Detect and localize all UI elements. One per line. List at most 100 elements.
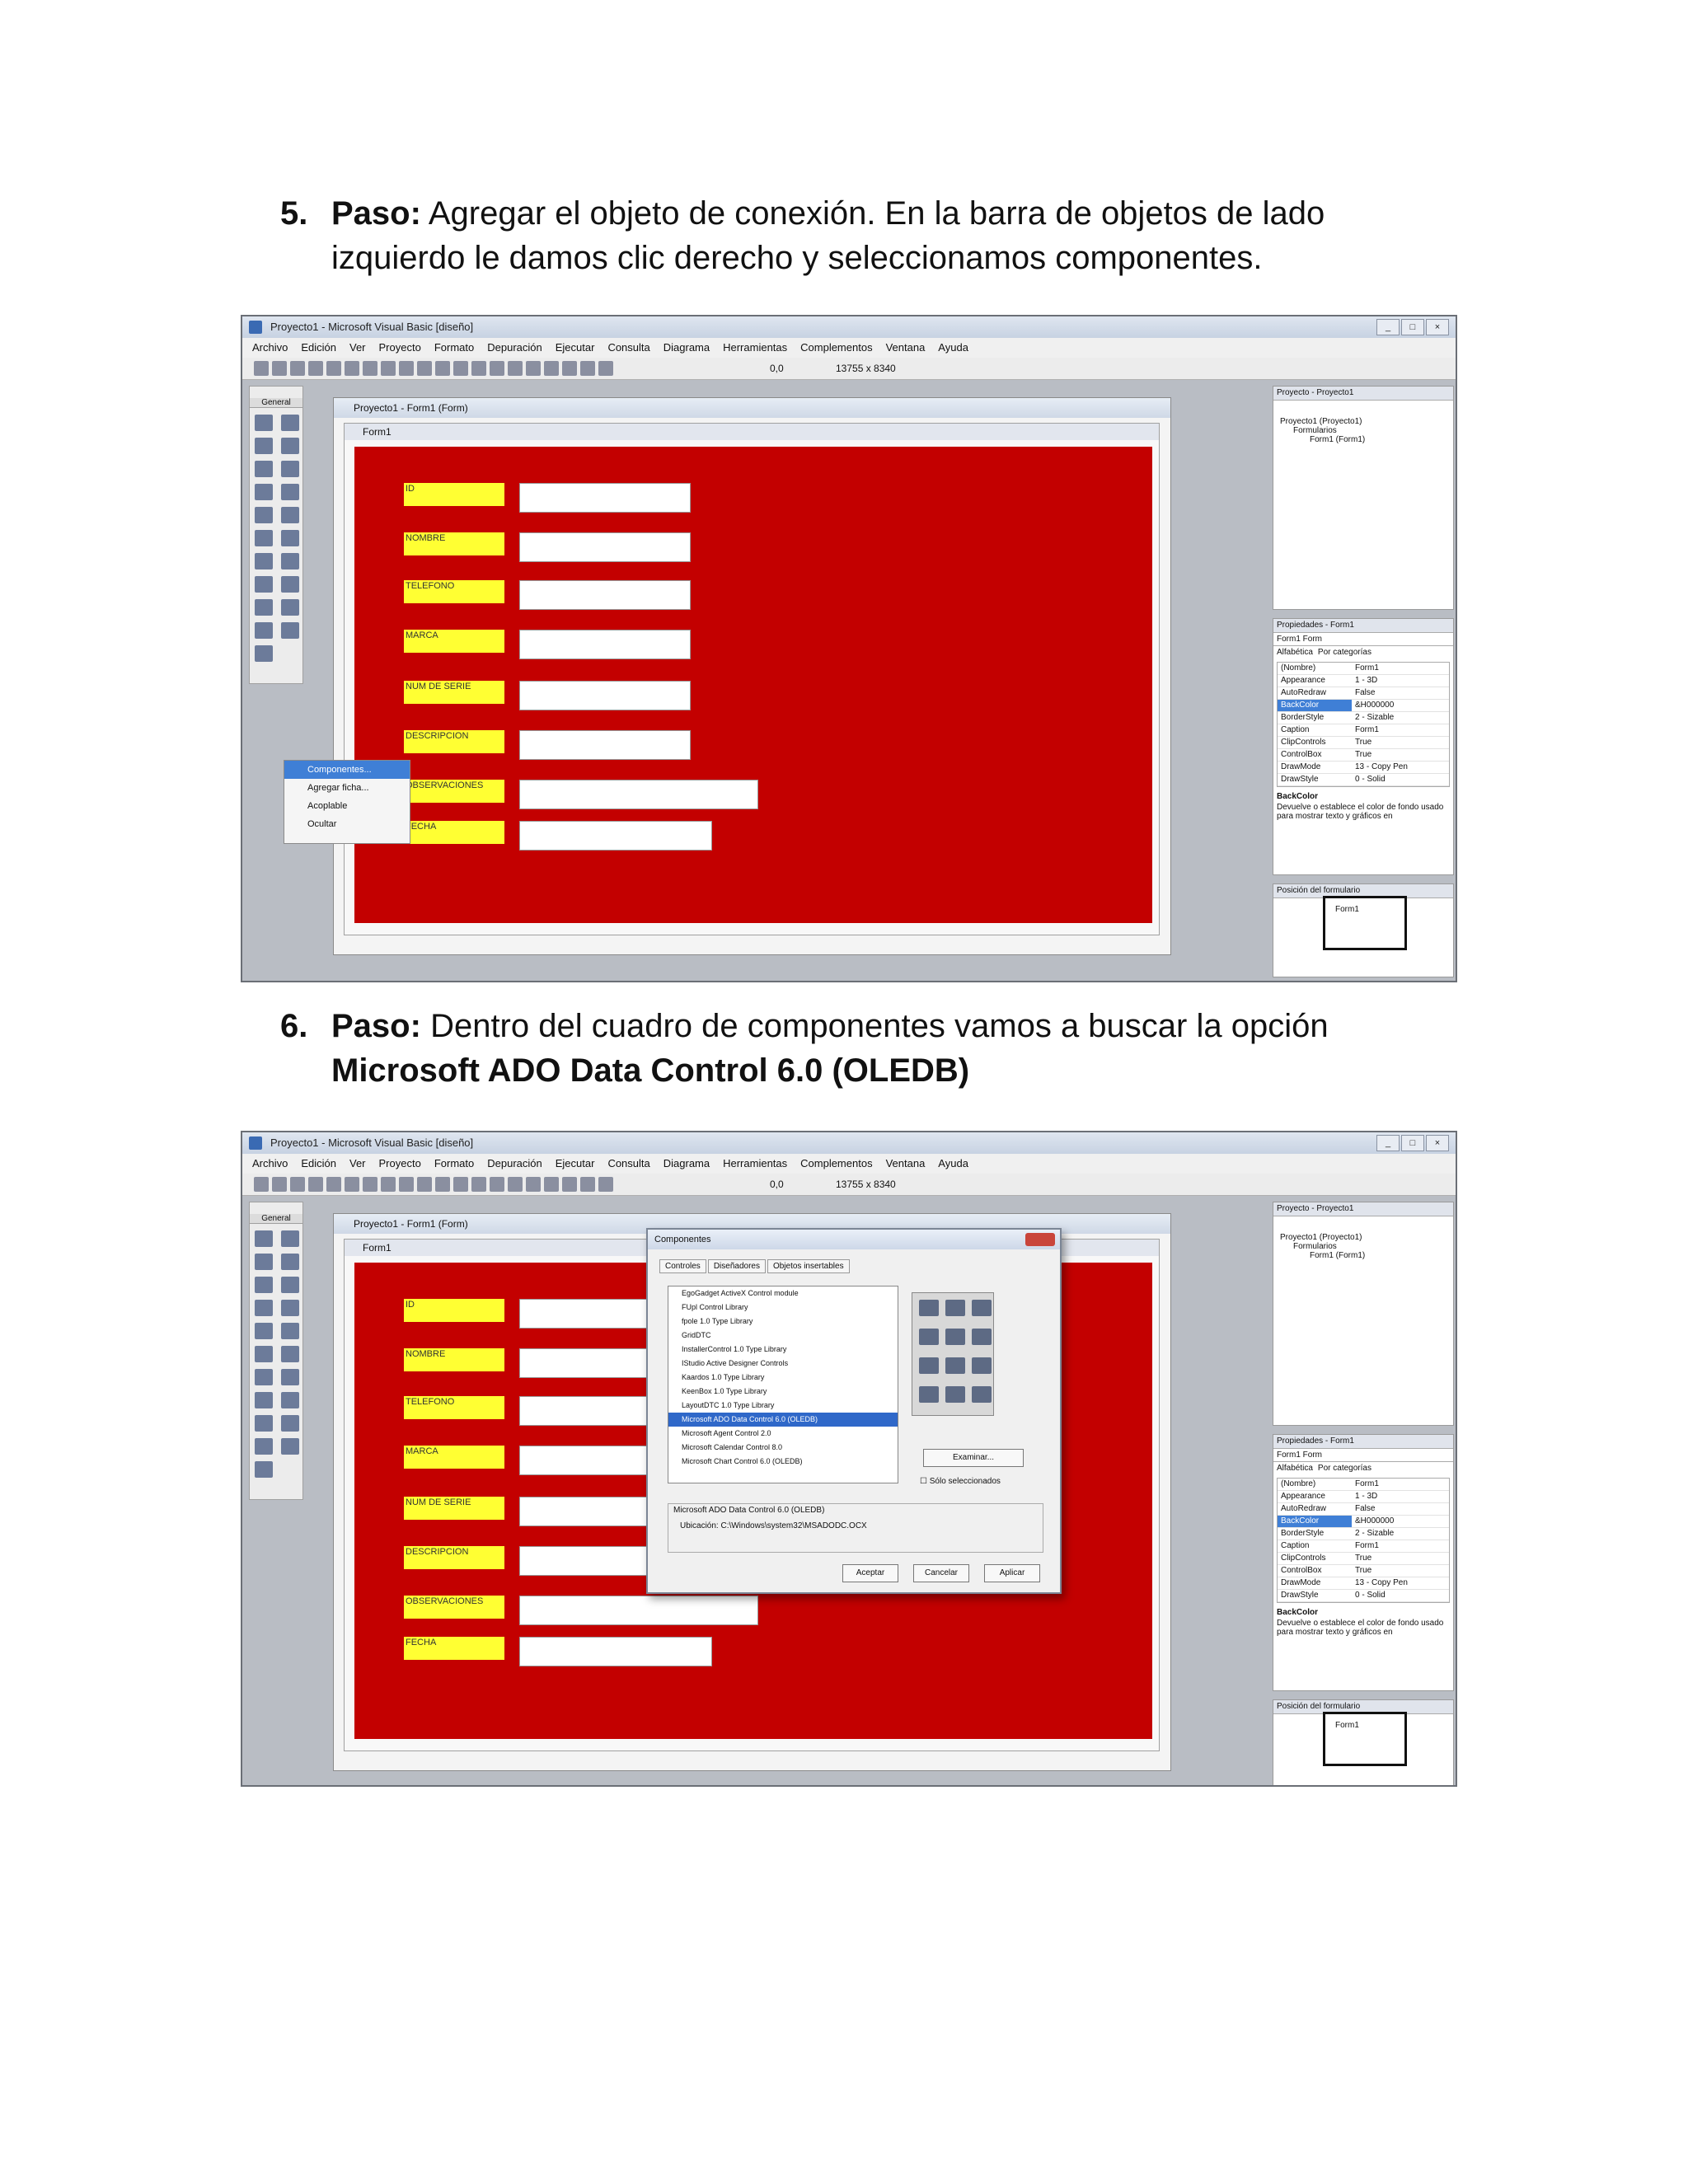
properties-icon[interactable] [526, 1177, 541, 1192]
add-project-icon[interactable] [254, 361, 269, 376]
timer-icon[interactable] [255, 1369, 273, 1385]
hscroll-icon[interactable] [255, 530, 273, 546]
commandbutton-icon[interactable] [281, 461, 299, 477]
paste-icon[interactable] [381, 1177, 396, 1192]
tree-forms-folder[interactable]: Formularios [1280, 1242, 1453, 1251]
list-item[interactable]: Microsoft Agent Control 2.0 [668, 1427, 898, 1441]
shape-icon[interactable] [255, 1415, 273, 1432]
list-item[interactable]: Microsoft Chart Control 6.0 (OLEDB) [668, 1455, 898, 1469]
menu-diagrama[interactable]: Diagrama [663, 1154, 710, 1174]
add-form-icon[interactable] [272, 361, 287, 376]
menu-complementos[interactable]: Complementos [800, 338, 872, 358]
pointer-icon[interactable] [255, 1230, 273, 1247]
drivelist-icon[interactable] [281, 553, 299, 569]
tab-disenadores[interactable]: Diseñadores [707, 1259, 766, 1273]
list-item[interactable]: Kaardos 1.0 Type Library [668, 1371, 898, 1385]
copy-icon[interactable] [363, 1177, 377, 1192]
list-item[interactable]: fpole 1.0 Type Library [668, 1315, 898, 1329]
start-icon[interactable] [453, 361, 468, 376]
menu-consulta[interactable]: Consulta [607, 338, 649, 358]
prop-row[interactable]: DrawStyle 0 - Solid [1278, 1590, 1449, 1602]
menu-ventana[interactable]: Ventana [886, 1154, 926, 1174]
data-icon[interactable] [281, 622, 299, 639]
textbox-telefono[interactable] [519, 580, 691, 610]
textbox-descripcion[interactable] [519, 730, 691, 760]
vscroll-icon[interactable] [281, 1346, 299, 1362]
toolbox[interactable]: General [249, 386, 303, 684]
browse-button[interactable]: Examinar... [923, 1449, 1024, 1467]
dirlist-icon[interactable] [255, 1392, 273, 1408]
prop-row[interactable]: ClipControls True [1278, 737, 1449, 749]
ole-icon[interactable] [255, 645, 273, 662]
menu-item-agregar-ficha[interactable]: Agregar ficha... [284, 779, 410, 797]
prop-row[interactable]: Caption Form1 [1278, 1540, 1449, 1553]
undo-icon[interactable] [417, 1177, 432, 1192]
selected-only-checkbox[interactable]: ☐ [920, 1477, 927, 1486]
menu-complementos[interactable]: Complementos [800, 1154, 872, 1174]
textbox-marca[interactable] [519, 630, 691, 659]
form-layout-preview[interactable]: Form1 [1323, 896, 1407, 950]
prop-row[interactable]: BorderStyle 2 - Sizable [1278, 712, 1449, 724]
menu-edicion[interactable]: Edición [301, 1154, 336, 1174]
prop-row[interactable]: DrawStyle 0 - Solid [1278, 774, 1449, 786]
menu-ejecutar[interactable]: Ejecutar [556, 338, 595, 358]
prop-row[interactable]: ControlBox True [1278, 749, 1449, 762]
tab-alfabetica[interactable]: Alfabética [1277, 1464, 1313, 1473]
ole-icon[interactable] [255, 1461, 273, 1478]
minimize-icon[interactable]: _ [1376, 1135, 1400, 1151]
tab-alfabetica[interactable]: Alfabética [1277, 648, 1313, 657]
project-explorer-icon[interactable] [508, 1177, 523, 1192]
label-id[interactable]: ID [404, 483, 504, 506]
tree-form1[interactable]: Form1 (Form1) [1280, 1251, 1453, 1260]
menu-depuracion[interactable]: Depuración [487, 1154, 542, 1174]
label-fecha[interactable]: FECHA [404, 821, 504, 844]
data-view-icon[interactable] [598, 361, 613, 376]
tab-objetos-insertables[interactable]: Objetos insertables [767, 1259, 850, 1273]
menu-item-acoplable[interactable]: Acoplable [284, 797, 410, 815]
timer-icon[interactable] [255, 553, 273, 569]
properties-icon[interactable] [526, 361, 541, 376]
filelist-icon[interactable] [281, 1392, 299, 1408]
list-item[interactable]: InstallerControl 1.0 Type Library [668, 1343, 898, 1357]
menu-ejecutar[interactable]: Ejecutar [556, 1154, 595, 1174]
list-item[interactable]: Microsoft Calendar Control 8.0 [668, 1441, 898, 1455]
stop-icon[interactable] [490, 1177, 504, 1192]
optionbutton-icon[interactable] [281, 484, 299, 500]
maximize-icon[interactable]: □ [1401, 1135, 1424, 1151]
prop-row[interactable]: Appearance 1 - 3D [1278, 1491, 1449, 1503]
list-item[interactable]: KeenBox 1.0 Type Library [668, 1385, 898, 1399]
apply-button[interactable]: Aplicar [984, 1564, 1040, 1582]
checkbox-icon[interactable] [255, 484, 273, 500]
list-item[interactable]: EgoGadget ActiveX Control module [668, 1286, 898, 1301]
label-nombre[interactable]: NOMBRE [404, 532, 504, 555]
dirlist-icon[interactable] [255, 576, 273, 593]
tree-forms-folder[interactable]: Formularios [1280, 426, 1453, 435]
data-view-icon[interactable] [598, 1177, 613, 1192]
toolbox-icon[interactable] [580, 361, 595, 376]
add-project-icon[interactable] [254, 1177, 269, 1192]
form1[interactable]: Form1 ID NOMBRE TELEFONO MARCA NUM DE SE… [344, 423, 1160, 935]
form-layout-preview[interactable]: Form1 [1323, 1712, 1407, 1766]
redo-icon[interactable] [435, 1177, 450, 1192]
tab-por-categorias[interactable]: Por categorías [1318, 648, 1372, 657]
menu-item-ocultar[interactable]: Ocultar [284, 815, 410, 833]
project-explorer-icon[interactable] [508, 361, 523, 376]
label-icon[interactable] [255, 1254, 273, 1270]
prop-row[interactable]: AutoRedraw False [1278, 1503, 1449, 1516]
textbox-num-serie[interactable] [519, 681, 691, 710]
tab-por-categorias[interactable]: Por categorías [1318, 1464, 1372, 1473]
toolbox-icon[interactable] [580, 1177, 595, 1192]
menu-editor-icon[interactable] [290, 1177, 305, 1192]
toolbox-tab-general[interactable]: General [250, 398, 302, 408]
close-icon[interactable]: × [1426, 319, 1449, 335]
maximize-icon[interactable]: □ [1401, 319, 1424, 335]
prop-row[interactable]: DrawMode 13 - Copy Pen [1278, 1577, 1449, 1590]
menu-ayuda[interactable]: Ayuda [938, 1154, 968, 1174]
textbox-observaciones[interactable] [519, 1596, 758, 1625]
drivelist-icon[interactable] [281, 1369, 299, 1385]
menu-consulta[interactable]: Consulta [607, 1154, 649, 1174]
menu-ayuda[interactable]: Ayuda [938, 338, 968, 358]
prop-row[interactable]: Appearance 1 - 3D [1278, 675, 1449, 687]
menu-archivo[interactable]: Archivo [252, 338, 288, 358]
line-icon[interactable] [281, 599, 299, 616]
